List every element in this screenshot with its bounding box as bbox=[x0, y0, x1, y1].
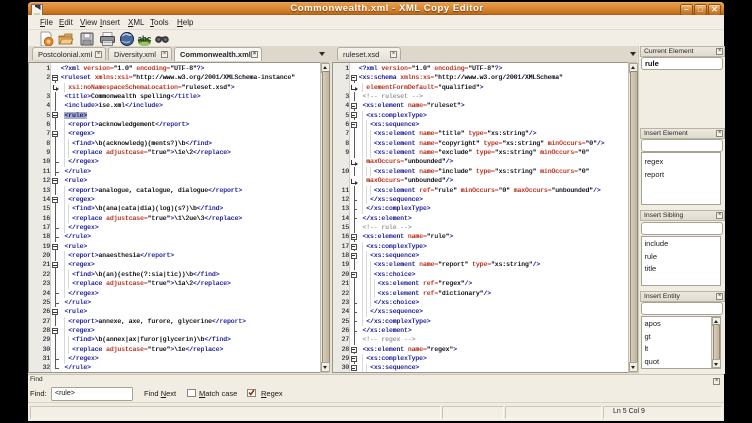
svg-text:abc: abc bbox=[138, 35, 152, 44]
